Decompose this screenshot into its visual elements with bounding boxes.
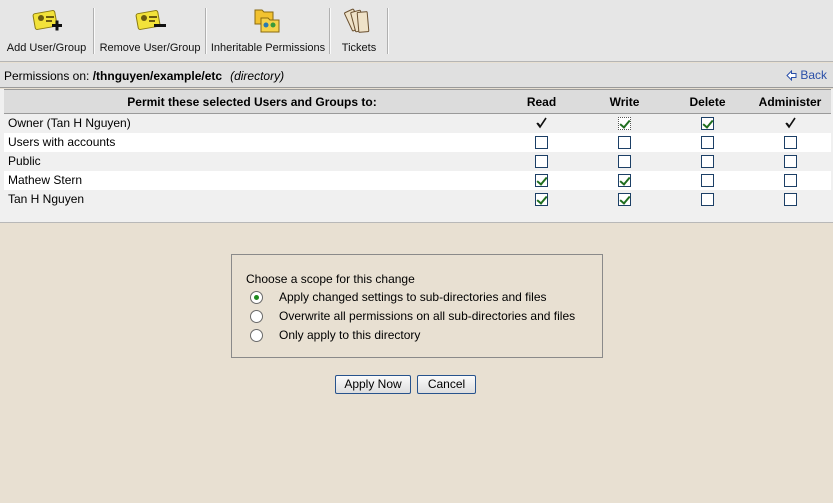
principal-name: Mathew Stern xyxy=(8,173,83,187)
add-user-icon xyxy=(32,10,62,31)
scope-option-label: Apply changed settings to sub-directorie… xyxy=(279,290,547,304)
add-user-group-button[interactable]: Add User/Group xyxy=(0,0,93,60)
read-checkbox[interactable] xyxy=(535,136,548,150)
administer-checkbox[interactable] xyxy=(783,136,797,150)
permission-cell-write xyxy=(583,133,666,152)
write-checkbox[interactable] xyxy=(618,136,631,150)
table-row: Users with accounts xyxy=(4,132,831,152)
folders-users-icon xyxy=(254,9,280,33)
read-checkbox[interactable] xyxy=(535,193,548,207)
inheritable-permissions-button[interactable]: Inheritable Permissions xyxy=(207,0,329,60)
permission-cell-read xyxy=(500,171,583,190)
write-checkbox[interactable] xyxy=(618,174,631,188)
scope-option-overwrite[interactable]: Overwrite all permissions on all sub-dir… xyxy=(250,309,575,323)
path-prefix: Permissions on: xyxy=(4,69,93,83)
tickets-label: Tickets xyxy=(341,42,377,54)
fixed-check-icon xyxy=(784,117,797,130)
read-checkbox[interactable] xyxy=(535,174,548,188)
remove-user-group-button[interactable]: Remove User/Group xyxy=(95,0,205,60)
back-link[interactable]: Back xyxy=(786,68,827,82)
scope-radio[interactable] xyxy=(250,290,263,304)
scope-option-label: Overwrite all permissions on all sub-dir… xyxy=(279,309,576,323)
permission-cell-administer xyxy=(749,190,831,209)
permission-cell-write xyxy=(583,171,666,190)
permission-cell-read xyxy=(500,133,583,152)
fixed-check-icon xyxy=(535,117,548,130)
permission-cell-read xyxy=(500,114,583,133)
delete-checkbox[interactable] xyxy=(701,117,714,131)
write-checkbox[interactable] xyxy=(618,117,631,131)
permission-cell-delete xyxy=(666,190,749,209)
administer-checkbox[interactable] xyxy=(783,155,797,169)
scope-box: Choose a scope for this change Apply cha… xyxy=(231,254,603,358)
permission-cell-delete xyxy=(666,114,749,133)
administer-checkbox[interactable] xyxy=(783,174,797,188)
principal-name: Owner (Tan H Nguyen) xyxy=(8,116,131,131)
principal-name: Public xyxy=(8,154,41,168)
scope-option-subdirectories[interactable]: Apply changed settings to sub-directorie… xyxy=(250,290,547,304)
permission-cell-write xyxy=(583,114,666,133)
permission-cell-delete xyxy=(666,171,749,190)
table-row: Public xyxy=(4,151,831,171)
apply-now-button[interactable]: Apply Now xyxy=(335,375,411,394)
delete-checkbox[interactable] xyxy=(701,155,714,169)
principal-name: Users with accounts xyxy=(8,135,116,149)
table-row: Owner (Tan H Nguyen) xyxy=(4,113,831,133)
tickets-icon xyxy=(344,8,370,33)
scope-option-this-directory[interactable]: Only apply to this directory xyxy=(250,328,420,342)
delete-checkbox[interactable] xyxy=(701,174,714,188)
path-bar: Permissions on: /thnguyen/example/etc (di… xyxy=(0,63,833,88)
permission-cell-write xyxy=(583,152,666,171)
tickets-button[interactable]: Tickets xyxy=(331,0,387,60)
permission-cell-delete xyxy=(666,133,749,152)
scope-option-label: Only apply to this directory xyxy=(279,328,421,342)
table-row: Tan H Nguyen xyxy=(4,189,831,209)
inheritable-permissions-label: Inheritable Permissions xyxy=(210,42,326,54)
path-value: /thnguyen/example/etc xyxy=(92,69,223,83)
column-header-principal: Permit these selected Users and Groups t… xyxy=(4,89,500,114)
column-header-read: Read xyxy=(500,89,583,114)
permission-cell-administer xyxy=(749,152,831,171)
column-header-write: Write xyxy=(583,89,666,114)
scope-radio[interactable] xyxy=(250,309,263,323)
remove-user-icon xyxy=(135,10,166,30)
cancel-button[interactable]: Cancel xyxy=(417,375,476,394)
remove-user-group-label: Remove User/Group xyxy=(99,42,201,54)
scope-title: Choose a scope for this change xyxy=(246,272,415,286)
principal-name: Tan H Nguyen xyxy=(8,192,85,206)
add-user-group-label: Add User/Group xyxy=(6,42,87,54)
write-checkbox[interactable] xyxy=(618,193,631,207)
permission-cell-delete xyxy=(666,152,749,171)
toolbar: Add User/Group Remove User/Group Inherit… xyxy=(0,0,833,62)
table-header-row: Permit these selected Users and Groups t… xyxy=(4,89,831,114)
permissions-table: Permit these selected Users and Groups t… xyxy=(4,89,831,209)
permission-cell-write xyxy=(583,190,666,209)
back-arrow-icon xyxy=(786,69,797,81)
scope-radio[interactable] xyxy=(250,328,263,342)
write-checkbox[interactable] xyxy=(618,155,631,169)
permission-cell-administer xyxy=(749,171,831,190)
toolbar-separator xyxy=(387,8,389,54)
read-checkbox[interactable] xyxy=(535,155,548,169)
permission-cell-read xyxy=(500,190,583,209)
path-type: (directory) xyxy=(230,69,285,83)
table-row: Mathew Stern xyxy=(4,170,831,190)
delete-checkbox[interactable] xyxy=(701,136,714,150)
column-header-delete: Delete xyxy=(666,89,749,114)
permission-cell-administer xyxy=(749,114,831,133)
back-label: Back xyxy=(800,68,827,82)
administer-checkbox[interactable] xyxy=(783,193,797,207)
path-description: Permissions on: /thnguyen/example/etc (di… xyxy=(4,69,284,83)
delete-checkbox[interactable] xyxy=(701,193,714,207)
permission-cell-administer xyxy=(749,133,831,152)
permissions-panel: Permit these selected Users and Groups t… xyxy=(0,89,833,223)
column-header-administer: Administer xyxy=(749,89,831,114)
permission-cell-read xyxy=(500,152,583,171)
